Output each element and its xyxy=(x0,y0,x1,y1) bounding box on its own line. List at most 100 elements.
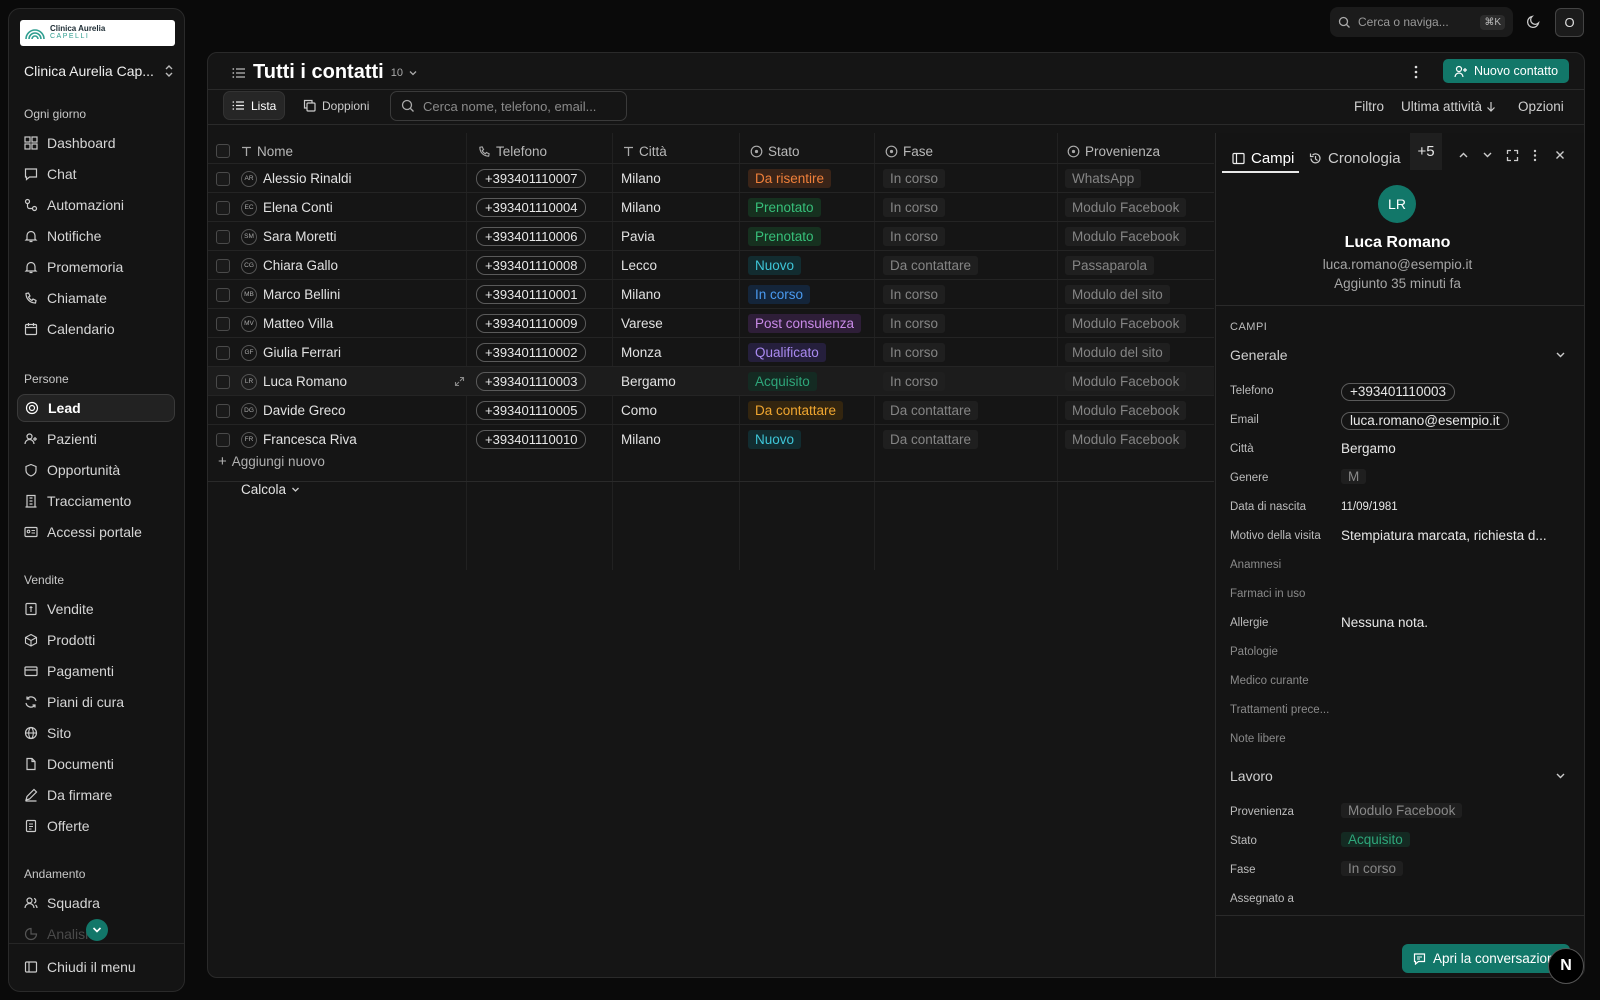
field-status[interactable]: Acquisito xyxy=(1341,832,1410,847)
phone-pill[interactable]: +393401110008 xyxy=(476,256,587,275)
source-cell[interactable]: Modulo Facebook xyxy=(1065,222,1187,251)
name-cell[interactable]: LR Luca Romano xyxy=(241,367,347,396)
field-label[interactable]: Farmaci in uso xyxy=(1230,588,1305,600)
phase-cell[interactable]: Da contattare xyxy=(883,396,979,425)
field-phone[interactable]: +393401110003 xyxy=(1341,383,1455,401)
column-header-source[interactable]: Provenienza xyxy=(1067,136,1160,166)
checkbox[interactable] xyxy=(216,144,230,158)
row-checkbox[interactable] xyxy=(216,287,230,302)
table-row[interactable]: SM Sara Moretti +393401110006 Pavia Prenotat… xyxy=(208,221,1214,250)
tab-history[interactable]: Cronologia xyxy=(1309,143,1401,173)
source-cell[interactable]: Modulo del sito xyxy=(1065,280,1170,309)
open-record-icon[interactable] xyxy=(454,367,465,396)
phone-cell[interactable]: +393401110005 xyxy=(476,396,587,425)
row-checkbox[interactable] xyxy=(216,258,230,273)
status-cell[interactable]: Prenotato xyxy=(748,222,821,251)
phone-pill[interactable]: +393401110002 xyxy=(476,343,587,362)
more-vertical-icon[interactable] xyxy=(1414,65,1418,79)
nav-opportunities[interactable]: Opportunità xyxy=(17,456,175,484)
source-cell[interactable]: Modulo Facebook xyxy=(1065,425,1187,454)
nav-lead[interactable]: Lead xyxy=(17,394,175,422)
column-header-status[interactable]: Stato xyxy=(750,136,800,166)
global-search[interactable]: Cerca o naviga... ⌘K xyxy=(1330,7,1513,37)
scroll-down-button[interactable] xyxy=(86,919,108,941)
nav-care-plans[interactable]: Piani di cura xyxy=(17,688,175,716)
source-cell[interactable]: WhatsApp xyxy=(1065,164,1142,193)
more-tabs-button[interactable]: +5 xyxy=(1410,133,1442,170)
table-row[interactable]: CG Chiara Gallo +393401110008 Lecco Nuovo Da … xyxy=(208,250,1214,279)
table-row[interactable]: DG Davide Greco +393401110005 Como Da contat… xyxy=(208,395,1214,424)
phone-pill[interactable]: +393401110006 xyxy=(476,227,587,246)
status-cell[interactable]: Acquisito xyxy=(748,367,817,396)
field-phase[interactable]: In corso xyxy=(1341,861,1404,876)
app-logo-n-icon[interactable]: N xyxy=(1548,948,1584,984)
city-cell[interactable]: Varese xyxy=(621,309,663,338)
city-cell[interactable]: Milano xyxy=(621,425,661,454)
sort-button[interactable]: Ultima attività xyxy=(1401,99,1496,114)
row-checkbox[interactable] xyxy=(216,374,230,389)
table-row[interactable]: GF Giulia Ferrari +393401110002 Monza Qualif… xyxy=(208,337,1214,366)
field-label[interactable]: Note libere xyxy=(1230,733,1286,745)
column-header-phase[interactable]: Fase xyxy=(885,136,933,166)
phone-pill[interactable]: +393401110003 xyxy=(476,372,587,391)
row-checkbox[interactable] xyxy=(216,229,230,244)
nav-offers[interactable]: Offerte xyxy=(17,812,175,840)
group-work-toggle[interactable]: Lavoro xyxy=(1230,768,1566,784)
chevron-down-icon[interactable] xyxy=(1482,151,1493,159)
clinic-logo[interactable]: Clinica Aurelia CAPELLI xyxy=(20,20,175,46)
field-label[interactable]: Trattamenti prece... xyxy=(1230,704,1329,716)
name-cell[interactable]: DG Davide Greco xyxy=(241,396,346,425)
phone-pill[interactable]: +393401110004 xyxy=(476,198,587,217)
nav-calls[interactable]: Chiamate xyxy=(17,284,175,312)
field-birth-date[interactable]: 11/09/1981 xyxy=(1341,501,1398,513)
status-cell[interactable]: Nuovo xyxy=(748,425,802,454)
tab-list[interactable]: Lista xyxy=(223,91,286,120)
table-row[interactable]: EC Elena Conti +393401110004 Milano Prenotat… xyxy=(208,192,1214,221)
close-icon[interactable] xyxy=(1555,150,1565,160)
group-general-toggle[interactable]: Generale xyxy=(1230,347,1566,363)
status-cell[interactable]: Post consulenza xyxy=(748,309,862,338)
filter-button[interactable]: Filtro xyxy=(1354,99,1384,114)
chevron-up-icon[interactable] xyxy=(1458,151,1469,159)
phone-cell[interactable]: +393401110006 xyxy=(476,222,587,251)
phone-cell[interactable]: +393401110009 xyxy=(476,309,587,338)
chevron-down-icon[interactable] xyxy=(408,69,418,77)
phone-pill[interactable]: +393401110010 xyxy=(476,430,587,449)
tab-duplicates[interactable]: Doppioni xyxy=(295,91,377,120)
source-cell[interactable]: Modulo Facebook xyxy=(1065,396,1187,425)
phase-cell[interactable]: Da contattare xyxy=(883,425,979,454)
row-checkbox[interactable] xyxy=(216,316,230,331)
nav-automations[interactable]: Automazioni xyxy=(17,191,175,219)
name-cell[interactable]: EC Elena Conti xyxy=(241,193,333,222)
nav-tracking[interactable]: Tracciamento xyxy=(17,487,175,515)
phone-pill[interactable]: +393401110009 xyxy=(476,314,587,333)
more-vertical-icon[interactable] xyxy=(1533,149,1537,162)
field-label[interactable]: Medico curante xyxy=(1230,675,1309,687)
status-cell[interactable]: In corso xyxy=(748,280,811,309)
phone-cell[interactable]: +393401110004 xyxy=(476,193,587,222)
select-all-checkbox[interactable] xyxy=(216,136,230,166)
column-header-phone[interactable]: Telefono xyxy=(478,136,547,166)
row-checkbox[interactable] xyxy=(216,345,230,360)
phase-cell[interactable]: In corso xyxy=(883,338,946,367)
nav-to-sign[interactable]: Da firmare xyxy=(17,781,175,809)
field-source[interactable]: Modulo Facebook xyxy=(1341,803,1463,818)
source-cell[interactable]: Modulo Facebook xyxy=(1065,309,1187,338)
phone-pill[interactable]: +393401110001 xyxy=(476,285,587,304)
city-cell[interactable]: Bergamo xyxy=(621,367,676,396)
phase-cell[interactable]: In corso xyxy=(883,164,946,193)
city-cell[interactable]: Lecco xyxy=(621,251,657,280)
nav-dashboard[interactable]: Dashboard xyxy=(17,129,175,157)
status-cell[interactable]: Da risentire xyxy=(748,164,832,193)
add-new-row-button[interactable]: + Aggiungi nuovo xyxy=(218,453,325,470)
status-cell[interactable]: Da contattare xyxy=(748,396,844,425)
nav-products[interactable]: Prodotti xyxy=(17,626,175,654)
open-conversation-button[interactable]: Apri la conversazione xyxy=(1402,944,1570,973)
phone-pill[interactable]: +393401110005 xyxy=(476,401,587,420)
phone-cell[interactable]: +393401110010 xyxy=(476,425,587,454)
phase-cell[interactable]: In corso xyxy=(883,193,946,222)
phone-cell[interactable]: +393401110001 xyxy=(476,280,587,309)
nav-calendar[interactable]: Calendario xyxy=(17,315,175,343)
tab-fields[interactable]: Campi xyxy=(1232,143,1294,173)
nav-reminders[interactable]: Promemoria xyxy=(17,253,175,281)
